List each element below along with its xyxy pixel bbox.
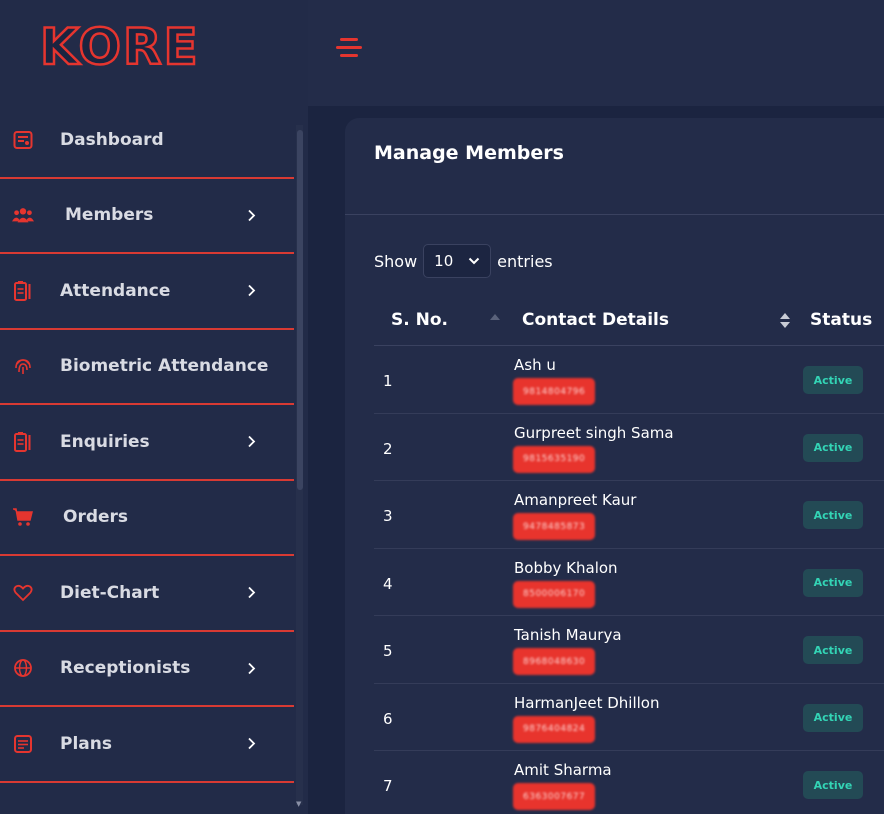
sidebar-item-label: Members	[65, 205, 154, 226]
chevron-right-icon	[244, 661, 258, 675]
sidebar-item-label: Enquiries	[60, 431, 150, 452]
sidebar-item-label: Dashboard	[60, 129, 164, 150]
table-row[interactable]: 6 HarmanJeet Dhillon 9876404824 Active	[374, 684, 884, 751]
chevron-right-icon	[244, 586, 258, 600]
dashboard-icon	[12, 129, 34, 151]
sidebar-nav: Dashboard Members Attendance Biometric A…	[0, 103, 294, 783]
topbar	[308, 0, 884, 106]
row-serial-number: 7	[383, 777, 393, 795]
card-divider	[345, 214, 884, 215]
member-name: Tanish Maurya	[514, 626, 622, 644]
row-serial-number: 6	[383, 709, 393, 728]
row-serial-number: 4	[383, 574, 393, 593]
member-phone-badge[interactable]: 9815635190	[513, 445, 596, 473]
member-phone-badge[interactable]: 9478485873	[513, 513, 596, 540]
row-serial-number: 3	[383, 507, 393, 525]
sidebar-scrollbar-thumb[interactable]	[297, 130, 303, 490]
sort-ascending-icon[interactable]	[490, 314, 500, 320]
sidebar-item-label: Attendance	[60, 280, 171, 301]
member-phone-badge[interactable]: 8968048630	[513, 648, 596, 675]
row-serial-number: 1	[383, 372, 393, 390]
member-phone-badge[interactable]: 9814804796	[513, 378, 596, 405]
member-name: HarmanJeet Dhillon	[514, 693, 660, 712]
sidebar-item-biometric-attendance[interactable]: Biometric Attendance	[0, 330, 294, 405]
member-name: Gurpreet singh Sama	[514, 423, 674, 442]
cart-icon	[12, 506, 34, 528]
entries-length-control: Show 10 entries	[374, 244, 553, 278]
sidebar-item-plans[interactable]: Plans	[0, 707, 294, 783]
members-card: Manage Members Show 10 entries S. No. Co…	[345, 118, 884, 814]
status-badge: Active	[803, 568, 863, 597]
sidebar-item-attendance[interactable]: Attendance	[0, 254, 294, 330]
sidebar-item-label: Receptionists	[60, 658, 191, 679]
sidebar-item-dashboard[interactable]: Dashboard	[0, 103, 294, 179]
table-row[interactable]: 5 Tanish Maurya 8968048630 Active	[374, 616, 884, 684]
entries-select-value: 10	[434, 252, 454, 270]
table-row[interactable]: 1 Ash u 9814804796 Active	[374, 346, 884, 414]
sidebar-item-enquiries[interactable]: Enquiries	[0, 405, 294, 481]
table-row[interactable]: 7 Amit Sharma 6363007677 Active	[374, 751, 884, 814]
column-header-status[interactable]: Status	[810, 310, 872, 330]
chevron-right-icon	[244, 435, 258, 449]
chevron-right-icon	[244, 737, 258, 751]
table-row[interactable]: 4 Bobby Khalon 8500006170 Active	[374, 549, 884, 616]
chevron-down-icon	[468, 257, 480, 265]
status-badge: Active	[803, 501, 863, 529]
globe-icon	[12, 657, 34, 679]
member-name: Ash u	[514, 356, 556, 374]
clipboard-icon	[12, 280, 34, 302]
sidebar-item-orders[interactable]: Orders	[0, 481, 294, 556]
plans-icon	[12, 733, 34, 755]
column-header-sno[interactable]: S. No.	[391, 310, 448, 330]
status-badge: Active	[803, 366, 863, 394]
table-row[interactable]: 2 Gurpreet singh Sama 9815635190 Active	[374, 414, 884, 481]
member-name: Amit Sharma	[514, 761, 612, 779]
sort-icon[interactable]	[779, 313, 791, 329]
sidebar-item-label: Plans	[60, 733, 112, 754]
brand-logo[interactable]: KORE	[39, 18, 200, 76]
sidebar-item-label: Diet-Chart	[60, 582, 160, 603]
status-badge: Active	[803, 636, 863, 664]
status-badge: Active	[803, 703, 863, 732]
sidebar-item-diet-chart[interactable]: Diet-Chart	[0, 556, 294, 632]
member-phone-badge[interactable]: 6363007677	[513, 783, 596, 810]
fingerprint-icon	[12, 355, 34, 377]
users-icon	[12, 204, 34, 226]
status-badge: Active	[803, 433, 863, 462]
sidebar: KORE Dashboard Members Attendance Biomet…	[0, 0, 308, 814]
sidebar-item-label: Orders	[63, 507, 129, 528]
sidebar-item-members[interactable]: Members	[0, 179, 294, 254]
sidebar-item-receptionists[interactable]: Receptionists	[0, 632, 294, 707]
clipboard-icon	[12, 431, 34, 453]
entries-label: entries	[497, 251, 553, 271]
scroll-down-arrow-icon[interactable]: ▼	[296, 800, 301, 808]
member-name: Bobby Khalon	[514, 558, 618, 577]
row-serial-number: 5	[383, 642, 393, 660]
chevron-right-icon	[244, 284, 258, 298]
page-title: Manage Members	[374, 142, 564, 164]
status-badge: Active	[803, 771, 863, 799]
table-row[interactable]: 3 Amanpreet Kaur 9478485873 Active	[374, 481, 884, 549]
column-header-contact[interactable]: Contact Details	[522, 310, 669, 330]
show-label: Show	[374, 251, 418, 271]
entries-select[interactable]: 10	[423, 244, 492, 278]
sidebar-item-label: Biometric Attendance	[60, 356, 269, 377]
member-name: Amanpreet Kaur	[514, 491, 637, 509]
logo-text: KORE	[39, 18, 200, 76]
chevron-right-icon	[244, 208, 258, 222]
member-phone-badge[interactable]: 9876404824	[513, 715, 596, 743]
menu-toggle-icon[interactable]	[336, 36, 362, 60]
row-serial-number: 2	[383, 439, 393, 458]
heart-icon	[12, 582, 34, 604]
member-phone-badge[interactable]: 8500006170	[513, 580, 596, 608]
